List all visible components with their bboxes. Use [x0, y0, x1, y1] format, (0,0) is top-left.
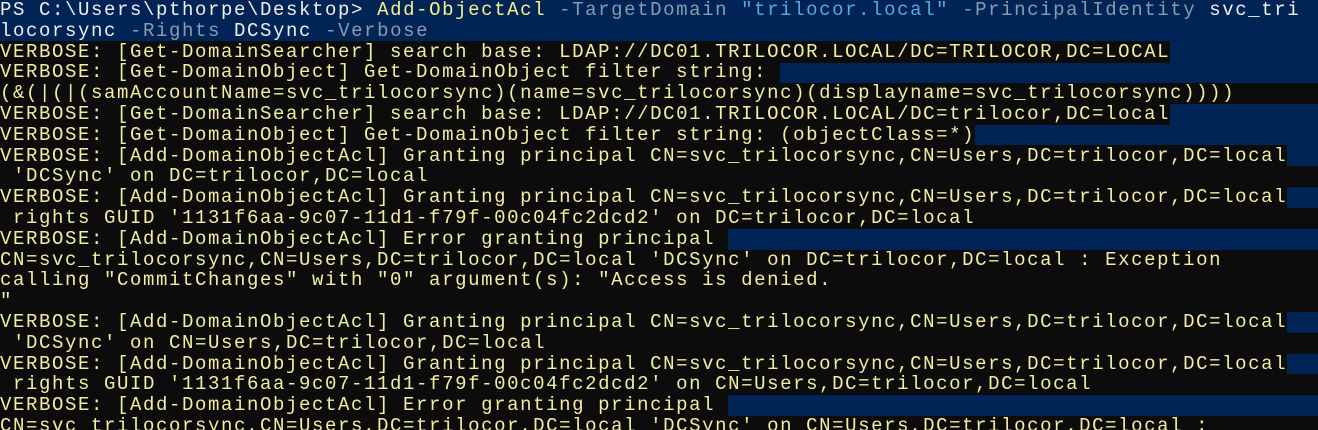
output-line-text: CN=svc_trilocorsync,CN=Users,DC=trilocor… — [0, 248, 1223, 271]
output-line-text: VERBOSE: [Get-DomainObject] Get-DomainOb… — [0, 61, 781, 84]
output-line-text: rights GUID '1131f6aa-9c07-11d1-f79f-00c… — [0, 206, 976, 229]
output-line: VERBOSE: [Add-DomainObjectAcl] Error gra… — [0, 394, 1318, 417]
command-token-arg: DCSync — [234, 19, 326, 42]
output-line-text: VERBOSE: [Add-DomainObjectAcl] Error gra… — [0, 227, 729, 250]
output-line: rights GUID '1131f6aa-9c07-11d1-f79f-00c… — [0, 373, 1318, 396]
output-line-text: (&(|(|(samAccountName=svc_trilocorsync)(… — [0, 82, 1236, 105]
output-line: CN=svc_trilocorsync,CN=Users,DC=trilocor… — [0, 416, 1318, 430]
output-line: VERBOSE: [Add-DomainObjectAcl] Error gra… — [0, 227, 1318, 250]
output-line: VERBOSE: [Get-DomainObject] Get-DomainOb… — [0, 61, 1318, 84]
output-line: VERBOSE: [Get-DomainObject] Get-DomainOb… — [0, 123, 1318, 146]
output-line: VERBOSE: [Add-DomainObjectAcl] Granting … — [0, 144, 1318, 167]
output-line-text: VERBOSE: [Get-DomainObject] Get-DomainOb… — [0, 123, 976, 146]
output-line: (&(|(|(samAccountName=svc_trilocorsync)(… — [0, 83, 1318, 104]
command-token-arg: svc_tri — [1209, 0, 1301, 21]
output-line-text: VERBOSE: [Add-DomainObjectAcl] Granting … — [0, 144, 1288, 167]
output-line-text: rights GUID '1131f6aa-9c07-11d1-f79f-00c… — [0, 373, 1093, 396]
command-token-param: -PrincipalIdentity — [962, 0, 1210, 21]
command-token-prompt: PS C:\Users\pthorpe\Desktop> — [0, 0, 378, 21]
command-token-param: -Verbose — [325, 19, 430, 42]
output-line: rights GUID '1131f6aa-9c07-11d1-f79f-00c… — [0, 208, 1318, 229]
output-line-text: " — [0, 290, 14, 313]
output-line-text: 'DCSync' on CN=Users,DC=trilocor,DC=loca… — [0, 331, 547, 354]
powershell-console[interactable]: PS C:\Users\pthorpe\Desktop> Add-ObjectA… — [0, 0, 1318, 430]
command-token-param: -Rights — [130, 19, 235, 42]
output-line: calling "CommitChanges" with "0" argumen… — [0, 269, 1318, 292]
output-line: 'DCSync' on DC=trilocor,DC=local — [0, 165, 1318, 188]
output-line-text: VERBOSE: [Get-DomainSearcher] search bas… — [0, 40, 1171, 63]
output-line: VERBOSE: [Get-DomainSearcher] search bas… — [0, 102, 1318, 125]
output-line: VERBOSE: [Get-DomainSearcher] search bas… — [0, 40, 1318, 63]
command-token-param: -TargetDomain — [559, 0, 742, 21]
command-token-string: "trilocor.local" — [741, 0, 963, 21]
command-line: PS C:\Users\pthorpe\Desktop> Add-ObjectA… — [0, 0, 1318, 21]
output-line-text: VERBOSE: [Get-DomainSearcher] search bas… — [0, 102, 1171, 125]
command-token-arg: locorsync — [0, 19, 131, 42]
output-line-text: VERBOSE: [Add-DomainObjectAcl] Granting … — [0, 310, 1288, 333]
output-line: 'DCSync' on CN=Users,DC=trilocor,DC=loca… — [0, 331, 1318, 354]
output-line-text: VERBOSE: [Add-DomainObjectAcl] Error gra… — [0, 394, 729, 417]
verbose-output: VERBOSE: [Get-DomainSearcher] search bas… — [0, 40, 1318, 430]
output-line-text: VERBOSE: [Add-DomainObjectAcl] Granting … — [0, 352, 1288, 375]
output-line: VERBOSE: [Add-DomainObjectAcl] Granting … — [0, 186, 1318, 209]
output-line-text: CN=svc_trilocorsync,CN=Users,DC=trilocor… — [0, 414, 1210, 430]
output-line: " — [0, 291, 1318, 312]
output-line: VERBOSE: [Add-DomainObjectAcl] Granting … — [0, 352, 1318, 375]
output-line: CN=svc_trilocorsync,CN=Users,DC=trilocor… — [0, 248, 1318, 271]
output-line-text: 'DCSync' on DC=trilocor,DC=local — [0, 165, 430, 188]
command-line-continuation: locorsync -Rights DCSync -Verbose — [0, 19, 1318, 42]
output-line-text: calling "CommitChanges" with "0" argumen… — [0, 269, 833, 292]
output-line: VERBOSE: [Add-DomainObjectAcl] Granting … — [0, 310, 1318, 333]
output-line-text: VERBOSE: [Add-DomainObjectAcl] Granting … — [0, 186, 1288, 209]
command-token-cmdlet: Add-ObjectAcl — [377, 0, 560, 21]
